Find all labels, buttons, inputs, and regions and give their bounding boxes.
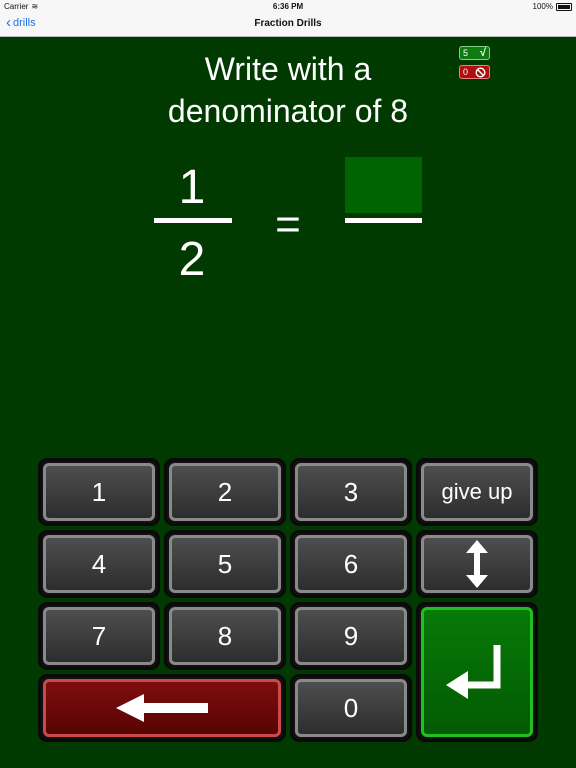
- battery-indicator: 100%: [533, 2, 572, 11]
- key-6[interactable]: 6: [290, 530, 412, 598]
- key-8[interactable]: 8: [164, 602, 286, 670]
- give-up-button[interactable]: give up: [416, 458, 538, 526]
- correct-count-badge: 5 √: [459, 46, 490, 60]
- no-entry-icon: [475, 66, 486, 78]
- wrong-count-badge: 0: [459, 65, 490, 79]
- answer-fraction-bar: [345, 218, 422, 223]
- key-9[interactable]: 9: [290, 602, 412, 670]
- top-bar: Carrier ≋ 6:36 PM 100% ‹ drills Fraction …: [0, 0, 576, 37]
- checkmark-icon: √: [479, 47, 486, 59]
- correct-count: 5: [463, 48, 469, 58]
- key-4[interactable]: 4: [38, 530, 160, 598]
- enter-button[interactable]: [416, 602, 538, 742]
- prompt-line-1: Write with a: [204, 51, 372, 87]
- key-0[interactable]: 0: [290, 674, 412, 742]
- fraction-denominator: 2: [178, 233, 206, 286]
- status-time: 6:36 PM: [272, 2, 304, 11]
- answer-numerator-input[interactable]: [345, 157, 422, 213]
- status-bar: Carrier ≋ 6:36 PM 100%: [0, 0, 576, 13]
- wrong-count: 0: [463, 67, 469, 77]
- drill-prompt: Write with a denominator of 8: [100, 48, 476, 132]
- backspace-button[interactable]: [38, 674, 286, 742]
- equals-sign: =: [275, 200, 301, 249]
- return-icon: [446, 645, 501, 699]
- navigation-bar: ‹ drills Fraction Drills: [0, 13, 576, 36]
- swap-numerator-denominator-button[interactable]: [416, 530, 538, 598]
- battery-icon: [556, 2, 572, 11]
- battery-percent: 100%: [532, 2, 553, 11]
- key-7[interactable]: 7: [38, 602, 160, 670]
- key-1[interactable]: 1: [38, 458, 160, 526]
- key-2[interactable]: 2: [164, 458, 286, 526]
- left-arrow-icon: [116, 694, 208, 722]
- vertical-arrows-icon: [466, 540, 488, 588]
- prompt-line-2: denominator of 8: [167, 93, 409, 129]
- nav-title: Fraction Drills: [254, 18, 322, 29]
- key-5[interactable]: 5: [164, 530, 286, 598]
- fraction-numerator: 1: [178, 161, 206, 214]
- fraction-bar: [154, 218, 232, 223]
- key-3[interactable]: 3: [290, 458, 412, 526]
